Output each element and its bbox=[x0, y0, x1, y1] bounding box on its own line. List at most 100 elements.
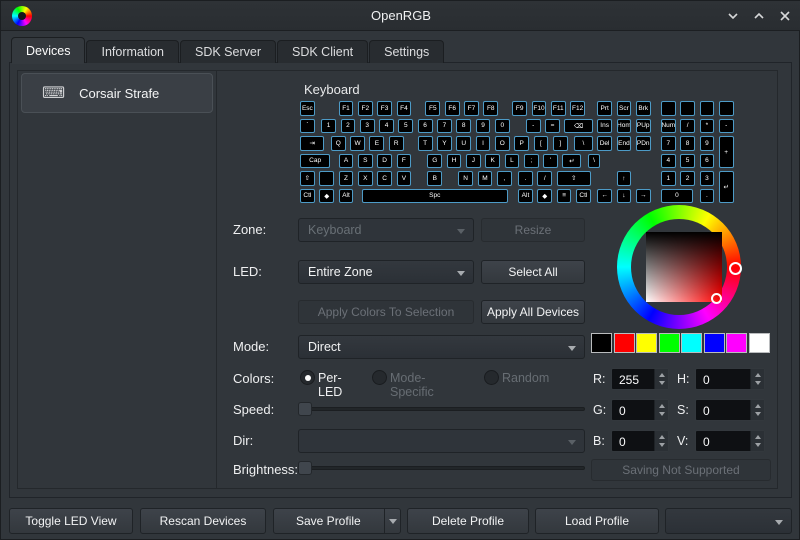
key-K[interactable]: K bbox=[485, 154, 500, 169]
key-9[interactable]: 9 bbox=[476, 119, 491, 134]
key-I[interactable]: I bbox=[476, 136, 491, 151]
key-blank[interactable] bbox=[680, 101, 695, 116]
color-swatch-00ffff[interactable] bbox=[681, 333, 702, 353]
color-swatch-ff00ff[interactable] bbox=[726, 333, 747, 353]
key-'[interactable]: ' bbox=[543, 154, 558, 169]
toggle-led-view-button[interactable]: Toggle LED View bbox=[9, 508, 133, 534]
key-4[interactable]: 4 bbox=[379, 119, 394, 134]
key-≡[interactable]: ≡ bbox=[557, 189, 572, 204]
spin-up-icon[interactable] bbox=[755, 404, 761, 408]
tab-sdk-server[interactable]: SDK Server bbox=[180, 40, 276, 63]
load-profile-button[interactable]: Load Profile bbox=[535, 508, 659, 534]
key-2[interactable]: 2 bbox=[680, 171, 695, 186]
key-←[interactable]: ← bbox=[597, 189, 612, 204]
key-Q[interactable]: Q bbox=[331, 136, 346, 151]
key-Ctl[interactable]: Ctl bbox=[300, 189, 315, 204]
saturation-value-selector[interactable] bbox=[711, 293, 722, 304]
key-F5[interactable]: F5 bbox=[425, 101, 440, 116]
key-Z[interactable]: Z bbox=[339, 171, 354, 186]
brightness-slider[interactable] bbox=[298, 460, 585, 476]
key-F9[interactable]: F9 bbox=[512, 101, 527, 116]
key-◆[interactable]: ◆ bbox=[537, 189, 552, 204]
spinner-arrows[interactable] bbox=[654, 369, 668, 389]
key-F7[interactable]: F7 bbox=[464, 101, 479, 116]
key-R[interactable]: R bbox=[389, 136, 404, 151]
key-Hom[interactable]: Hom bbox=[617, 119, 632, 134]
key-\[interactable]: \ bbox=[588, 154, 601, 169]
key-Del[interactable]: Del bbox=[597, 136, 612, 151]
key-3[interactable]: 3 bbox=[360, 119, 375, 134]
key--[interactable]: - bbox=[526, 119, 541, 134]
key-blank[interactable] bbox=[700, 101, 715, 116]
key-↓[interactable]: ↓ bbox=[617, 189, 632, 204]
key-F12[interactable]: F12 bbox=[570, 101, 585, 116]
key-;[interactable]: ; bbox=[524, 154, 539, 169]
key-4[interactable]: 4 bbox=[661, 154, 676, 169]
color-swatch-0000ff[interactable] bbox=[704, 333, 725, 353]
hue-selector[interactable] bbox=[729, 262, 742, 275]
spinner-arrows[interactable] bbox=[750, 369, 764, 389]
mode-select[interactable]: Direct bbox=[298, 335, 585, 359]
key-↵[interactable]: ↵ bbox=[562, 154, 581, 169]
key-S[interactable]: S bbox=[358, 154, 373, 169]
color-swatch-00ff00[interactable] bbox=[659, 333, 680, 353]
delete-profile-button[interactable]: Delete Profile bbox=[407, 508, 529, 534]
spin-down-icon[interactable] bbox=[659, 412, 665, 416]
maximize-button[interactable] bbox=[751, 8, 767, 24]
color-swatch-ffff00[interactable] bbox=[636, 333, 657, 353]
spinner-arrows[interactable] bbox=[654, 400, 668, 420]
key-`[interactable]: ` bbox=[300, 119, 315, 134]
key-U[interactable]: U bbox=[456, 136, 471, 151]
key-/[interactable]: / bbox=[537, 171, 552, 186]
speed-slider-groove[interactable] bbox=[298, 407, 585, 411]
resize-button[interactable]: Resize bbox=[481, 218, 585, 242]
key-1[interactable]: 1 bbox=[661, 171, 676, 186]
key-8[interactable]: 8 bbox=[680, 136, 695, 151]
key-O[interactable]: O bbox=[495, 136, 510, 151]
key-*[interactable]: * bbox=[700, 119, 715, 134]
key-Ins[interactable]: Ins bbox=[597, 119, 612, 134]
dir-select[interactable] bbox=[298, 429, 585, 453]
key-7[interactable]: 7 bbox=[661, 136, 676, 151]
key-⌫[interactable]: ⌫ bbox=[564, 119, 592, 134]
key-F3[interactable]: F3 bbox=[377, 101, 392, 116]
key-F[interactable]: F bbox=[397, 154, 412, 169]
v-spinbox[interactable]: 0 bbox=[695, 430, 765, 452]
key-[[interactable]: [ bbox=[534, 136, 549, 151]
key-2[interactable]: 2 bbox=[341, 119, 356, 134]
tab-sdk-client[interactable]: SDK Client bbox=[277, 40, 368, 63]
speed-slider[interactable] bbox=[298, 401, 585, 417]
key-E[interactable]: E bbox=[369, 136, 384, 151]
minimize-button[interactable] bbox=[725, 8, 741, 24]
spin-up-icon[interactable] bbox=[659, 404, 665, 408]
key-Scr[interactable]: Scr bbox=[617, 101, 632, 116]
key-Y[interactable]: Y bbox=[437, 136, 452, 151]
key-+[interactable]: + bbox=[719, 136, 734, 168]
key-PUp[interactable]: PUp bbox=[636, 119, 651, 134]
key-H[interactable]: H bbox=[447, 154, 462, 169]
key-Alt[interactable]: Alt bbox=[518, 189, 533, 204]
saving-not-supported-button[interactable]: Saving Not Supported bbox=[591, 459, 771, 481]
select-all-button[interactable]: Select All bbox=[481, 260, 585, 284]
key--[interactable]: - bbox=[719, 119, 734, 134]
key-J[interactable]: J bbox=[466, 154, 481, 169]
profile-select[interactable] bbox=[665, 508, 792, 534]
brightness-slider-handle[interactable] bbox=[298, 461, 312, 475]
key-6[interactable]: 6 bbox=[700, 154, 715, 169]
key-F4[interactable]: F4 bbox=[397, 101, 412, 116]
key-→[interactable]: → bbox=[636, 189, 651, 204]
key-↑[interactable]: ↑ bbox=[617, 171, 632, 186]
g-spinbox[interactable]: 0 bbox=[611, 399, 669, 421]
color-swatch-ffffff[interactable] bbox=[749, 333, 770, 353]
color-swatch-000000[interactable] bbox=[591, 333, 612, 353]
key-M[interactable]: M bbox=[478, 171, 493, 186]
close-button[interactable] bbox=[777, 8, 793, 24]
spin-up-icon[interactable] bbox=[659, 373, 665, 377]
key-F10[interactable]: F10 bbox=[532, 101, 547, 116]
device-item-corsair-strafe[interactable]: ⌨ Corsair Strafe bbox=[21, 73, 213, 113]
key-Prt[interactable]: Prt bbox=[597, 101, 612, 116]
radio-mode-specific[interactable] bbox=[372, 370, 387, 385]
key-7[interactable]: 7 bbox=[437, 119, 452, 134]
tab-information[interactable]: Information bbox=[86, 40, 179, 63]
key-blank[interactable] bbox=[719, 101, 734, 116]
